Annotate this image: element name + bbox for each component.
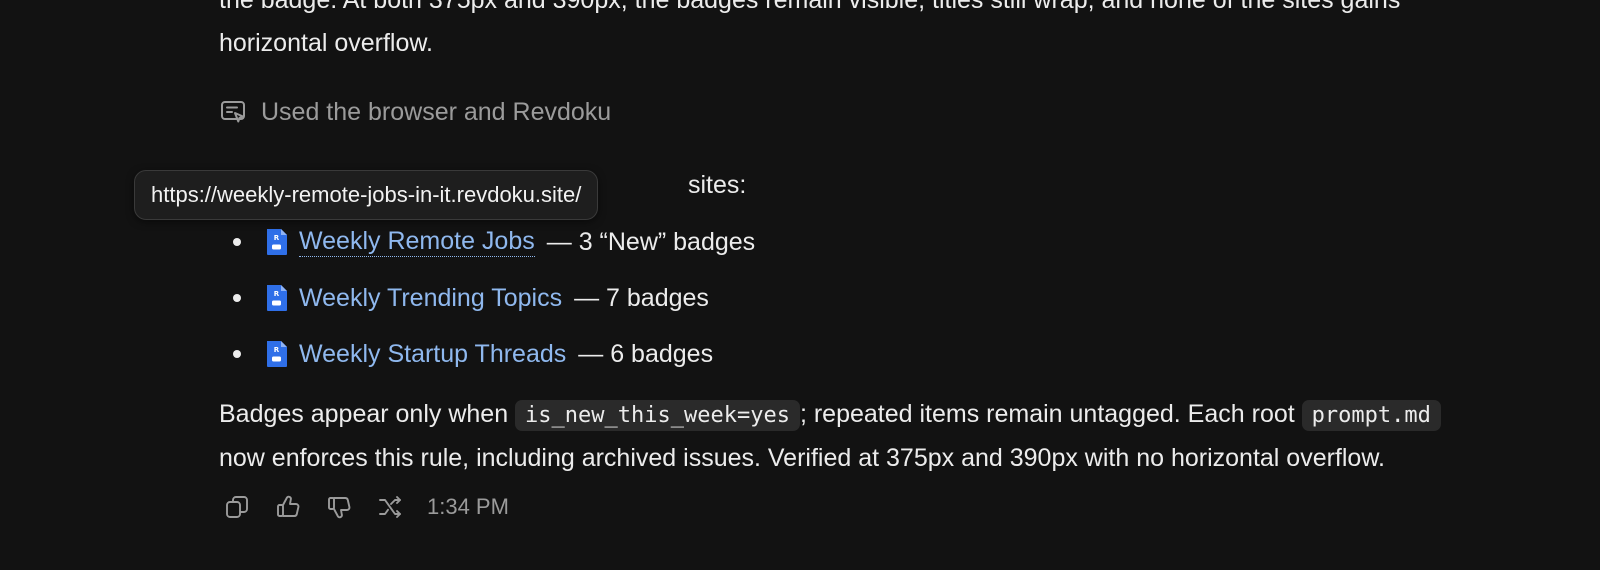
svg-text:R: R [274, 290, 280, 298]
thumbs-up-button[interactable] [273, 492, 303, 522]
copy-icon [226, 496, 248, 518]
message-paragraph-top: the badge. At both 375px and 390px, the … [219, 0, 1579, 65]
link-url-tooltip: https://weekly-remote-jobs-in-it.revdoku… [134, 170, 599, 220]
revdoku-doc-icon: R [267, 341, 287, 367]
branch-button[interactable] [375, 492, 405, 522]
thumbs-down-icon [328, 497, 351, 519]
list-item: R Weekly Trending Topics — 7 badges [233, 278, 709, 318]
paragraph-text: now enforces this rule, including archiv… [219, 444, 1385, 472]
svg-text:R: R [274, 234, 280, 242]
site-link-weekly-trending-topics[interactable]: Weekly Trending Topics [299, 284, 562, 313]
message-timestamp: 1:34 PM [427, 494, 509, 519]
site-badge-count: — 7 badges [574, 283, 709, 312]
paragraph-text: ; repeated items remain untagged. Each r… [799, 400, 1302, 428]
browser-cursor-icon [221, 101, 245, 123]
bullet [233, 294, 241, 302]
paragraph-line: the badge. At both 375px and 390px, the … [219, 0, 1401, 14]
revdoku-doc-icon: R [267, 285, 287, 311]
copy-button[interactable] [222, 492, 252, 522]
tool-usage-label: Used the browser and Revdoku [261, 97, 612, 126]
thumbs-down-button[interactable] [324, 492, 354, 522]
intro-text: sites: [688, 171, 747, 199]
bullet [233, 238, 241, 246]
tool-usage-row[interactable]: Used the browser and Revdoku [219, 93, 611, 131]
bullet [233, 350, 241, 358]
paragraph-line: horizontal overflow. [219, 29, 434, 57]
site-badge-count: — 6 badges [578, 339, 714, 368]
inline-code: is_new_this_week=yes [515, 400, 800, 431]
paragraph-text: Badges appear only when [219, 400, 516, 428]
message-actions: 1:34 PM [222, 490, 509, 524]
site-badge-count: — 3 “New” badges [546, 227, 756, 256]
revdoku-doc-icon: R [267, 229, 287, 255]
site-link-weekly-startup-threads[interactable]: Weekly Startup Threads [299, 340, 566, 369]
message-paragraph-bottom: Badges appear only when is_new_this_week… [219, 393, 1579, 480]
list-item: R Weekly Startup Threads — 6 badges [233, 334, 713, 374]
list-item: R Weekly Remote Jobs — 3 “New” badges [233, 222, 755, 262]
svg-text:R: R [274, 346, 280, 354]
site-link-weekly-remote-jobs[interactable]: Weekly Remote Jobs [299, 227, 535, 257]
inline-code: prompt.md [1301, 400, 1441, 431]
chat-message: the badge. At both 375px and 390px, the … [0, 0, 1600, 570]
thumbs-up-icon [277, 495, 300, 517]
branch-icon [379, 496, 401, 518]
